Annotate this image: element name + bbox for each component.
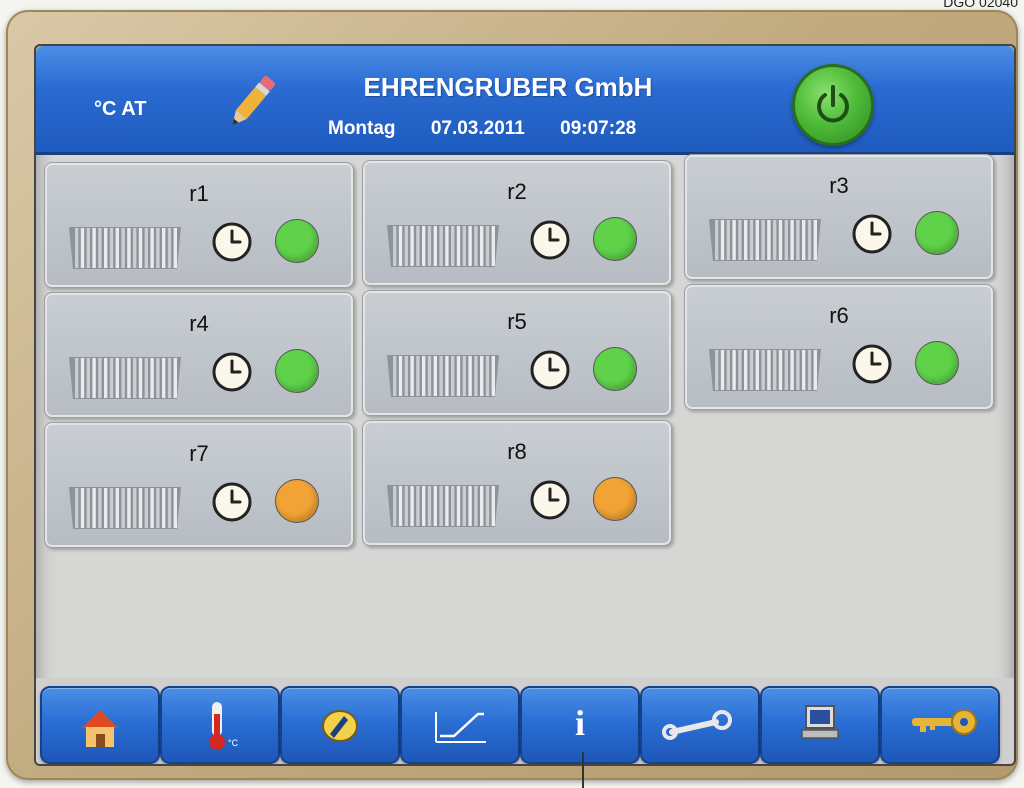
day-label: Montag [328,118,396,139]
temperature-button[interactable]: °C [160,686,280,764]
room-name: r1 [189,181,209,206]
status-indicator [275,479,319,523]
clock-icon[interactable] [851,213,893,255]
status-indicator [915,341,959,385]
radiator-icon [69,357,181,399]
room-name: r7 [189,441,209,466]
status-indicator [593,347,637,391]
radiator-icon [69,227,181,269]
room-name: r6 [829,303,849,328]
wrench-icon [662,710,732,740]
room-name: r4 [189,311,209,336]
status-indicator [593,217,637,261]
settings-gauge-button[interactable] [280,686,400,764]
room-tile-r5[interactable]: r5 [362,290,672,416]
pointer-line [582,752,584,788]
clock-icon[interactable] [529,219,571,261]
room-tile-r8[interactable]: r8 [362,420,672,546]
service-button[interactable] [640,686,760,764]
computer-icon [801,705,839,739]
status-indicator [275,219,319,263]
status-indicator [915,211,959,255]
status-indicator [593,477,637,521]
date-label: 07.03.2011 [430,118,525,139]
radiator-icon [387,355,499,397]
clock-icon[interactable] [211,481,253,523]
system-button[interactable] [760,686,880,764]
radiator-icon [709,349,821,391]
key-icon [912,709,977,735]
clock-icon[interactable] [529,349,571,391]
bottom-toolbar: °C i [36,678,1014,764]
room-tile-r6[interactable]: r6 [684,284,994,410]
home-button[interactable] [40,686,160,764]
curve-icon [435,712,486,743]
datetime-display: Montag 07.03.2011 09:07:28 [328,118,636,140]
clock-icon[interactable] [529,479,571,521]
thermometer-icon: °C [209,702,239,750]
clock-icon[interactable] [211,351,253,393]
pencil-icon[interactable] [220,68,282,138]
room-tile-r2[interactable]: r2 [362,160,672,286]
svg-text:°C: °C [228,738,239,748]
device-frame: °C AT EHRENGRUBER GmbH Montag 07.03.2011… [6,10,1018,780]
room-name: r3 [829,173,849,198]
corner-label: DGO 02040 [943,0,1018,10]
heating-curve-button[interactable] [400,686,520,764]
status-indicator [275,349,319,393]
time-label: 09:07:28 [560,118,637,139]
unit-label: °C AT [94,98,147,120]
page-title: EHRENGRUBER GmbH [363,72,653,102]
power-button[interactable] [792,64,874,146]
clock-icon[interactable] [211,221,253,263]
access-key-button[interactable] [880,686,1000,764]
room-tile-r3[interactable]: r3 [684,154,994,280]
room-name: r2 [507,179,527,204]
info-icon: i [574,703,585,743]
room-name: r8 [507,439,527,464]
radiator-icon [387,225,499,267]
power-icon [817,85,849,123]
radiator-icon [69,487,181,529]
room-tile-r7[interactable]: r7 [44,422,354,548]
room-tile-r4[interactable]: r4 [44,292,354,418]
clock-icon[interactable] [851,343,893,385]
home-icon [82,710,118,747]
gauge-icon [322,710,358,742]
header-bar: °C AT EHRENGRUBER GmbH Montag 07.03.2011… [36,46,1014,155]
info-button[interactable]: i [520,686,640,764]
touch-screen: °C AT EHRENGRUBER GmbH Montag 07.03.2011… [34,44,1016,766]
room-name: r5 [507,309,527,334]
radiator-icon [387,485,499,527]
room-tile-r1[interactable]: r1 [44,162,354,288]
radiator-icon [709,219,821,261]
